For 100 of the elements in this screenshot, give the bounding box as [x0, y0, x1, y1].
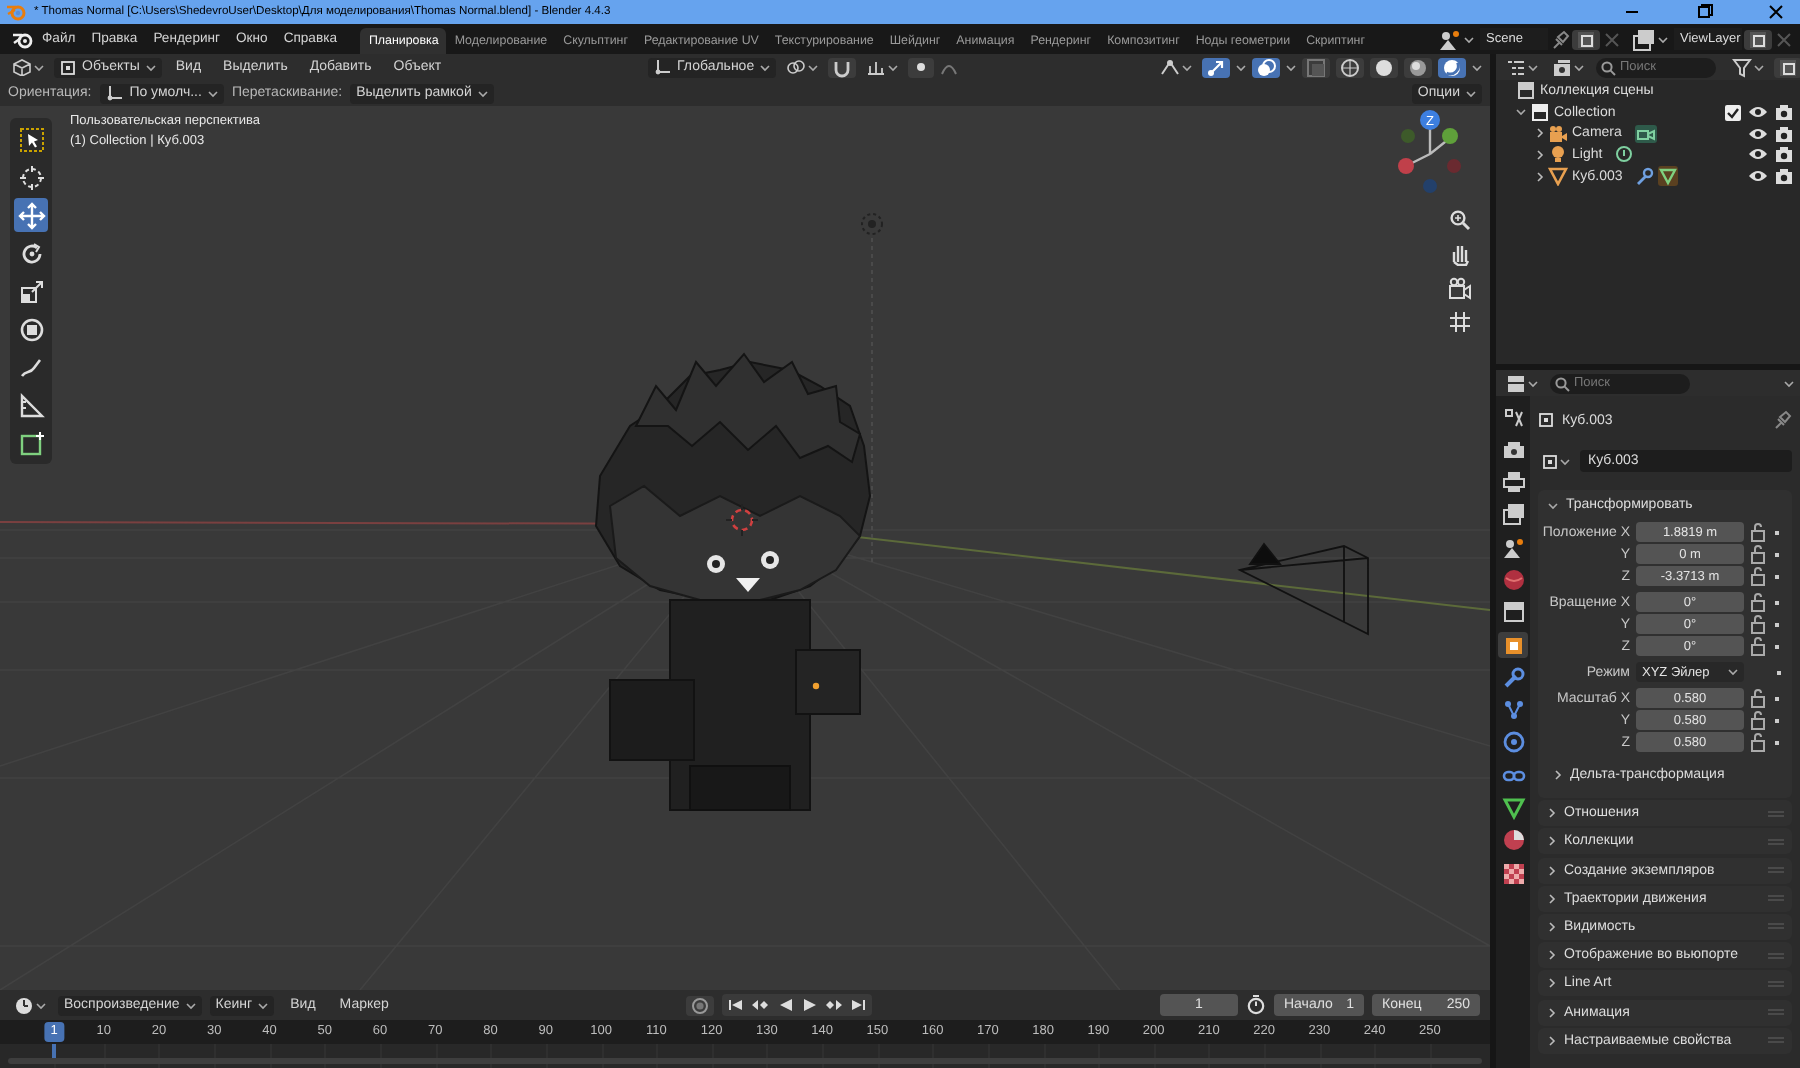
- move-tool[interactable]: [14, 198, 48, 232]
- camera-icon[interactable]: [1774, 102, 1794, 123]
- collection-icon: [1501, 600, 1525, 625]
- collection-tab[interactable]: [1498, 599, 1528, 626]
- object-types-button[interactable]: [1156, 57, 1196, 77]
- object-browse-button[interactable]: [1538, 451, 1574, 471]
- close-icon: [1766, 2, 1786, 22]
- lock-icon[interactable]: [1750, 522, 1766, 542]
- view-layer-tab[interactable]: [1498, 501, 1528, 528]
- material-tab[interactable]: [1498, 827, 1528, 854]
- caret-icon: [1658, 35, 1668, 43]
- pivot-button[interactable]: [782, 57, 823, 77]
- drag-handle-icon[interactable]: [1768, 837, 1784, 846]
- caret-icon[interactable]: [1286, 63, 1296, 71]
- snap-target-button[interactable]: [862, 57, 903, 77]
- lock-icon[interactable]: [1750, 592, 1766, 612]
- caret-icon[interactable]: [1472, 63, 1482, 71]
- render-tab[interactable]: [1498, 436, 1528, 463]
- mesh-icon: [1548, 166, 1568, 187]
- camera-object-drawing: [1239, 542, 1369, 636]
- camera-data-icon[interactable]: [1633, 123, 1658, 144]
- stopwatch-icon[interactable]: [1246, 994, 1266, 1016]
- duplicate-button[interactable]: [1572, 29, 1600, 49]
- drag-handle-icon[interactable]: [1768, 809, 1784, 818]
- lock-icon[interactable]: [1750, 566, 1766, 586]
- editor-type-button[interactable]: [1502, 57, 1542, 77]
- editor-type-button[interactable]: [10, 995, 50, 1015]
- remove-icon[interactable]: [1774, 29, 1794, 49]
- material-shading-button[interactable]: [1404, 57, 1432, 77]
- pin-icon[interactable]: [1550, 29, 1570, 49]
- proportional-edit-toggle[interactable]: [908, 57, 935, 77]
- eye-icon[interactable]: [1748, 102, 1768, 123]
- drag-handle-icon[interactable]: [1768, 951, 1784, 960]
- play-button[interactable]: [799, 994, 818, 1016]
- drag-handle-icon[interactable]: [1768, 979, 1784, 988]
- lock-icon[interactable]: [1750, 636, 1766, 656]
- gizmos-toggle[interactable]: [1202, 57, 1230, 77]
- mesh-data-icon[interactable]: [1658, 166, 1679, 187]
- new-collection-button[interactable]: [1774, 57, 1800, 77]
- timeline-track[interactable]: [0, 1044, 1490, 1068]
- physics-tab[interactable]: [1498, 729, 1528, 756]
- drag-handle-icon[interactable]: [1768, 922, 1784, 931]
- caret-icon: [258, 1001, 269, 1009]
- caret-icon: [1728, 668, 1738, 676]
- camera-icon[interactable]: [1774, 144, 1794, 165]
- display-mode-button[interactable]: [1548, 57, 1588, 77]
- light-data-icon[interactable]: [1614, 144, 1635, 165]
- cursor-tool[interactable]: [14, 160, 48, 194]
- caret-icon[interactable]: [1784, 379, 1794, 387]
- drag-handle-icon[interactable]: [1768, 894, 1784, 903]
- expand-caret-icon[interactable]: [1536, 128, 1544, 139]
- lock-icon[interactable]: [1750, 614, 1766, 634]
- lock-icon[interactable]: [1750, 710, 1766, 730]
- view-layer-icon: [1501, 502, 1525, 527]
- filter-button[interactable]: [1728, 57, 1768, 77]
- browse-button[interactable]: [1628, 29, 1672, 49]
- pivot-icon: [786, 58, 807, 76]
- caret-icon[interactable]: [1236, 63, 1246, 71]
- editor-type-button[interactable]: [1502, 373, 1542, 393]
- 3d-cursor-icon[interactable]: [725, 503, 759, 537]
- texture-tab[interactable]: [1498, 860, 1528, 887]
- rendered-shading-button[interactable]: [1438, 57, 1466, 77]
- drag-handle-icon[interactable]: [1768, 866, 1784, 875]
- texture-icon: [1501, 861, 1525, 886]
- scene-tab[interactable]: [1498, 534, 1528, 561]
- camera-icon[interactable]: [1774, 123, 1794, 144]
- expand-caret-icon[interactable]: [1536, 171, 1544, 182]
- light-icon: [1548, 144, 1568, 165]
- xray-toggle[interactable]: [1302, 57, 1330, 77]
- eye-icon[interactable]: [1748, 123, 1768, 144]
- expand-caret-icon[interactable]: [1536, 149, 1544, 160]
- eye-icon[interactable]: [1748, 144, 1768, 165]
- zoom-button[interactable]: [1446, 206, 1474, 234]
- navigation-gizmo-drawing[interactable]: [1398, 110, 1461, 193]
- pin-icon[interactable]: [1772, 410, 1792, 430]
- filter-icon: [1732, 57, 1752, 77]
- select-tool[interactable]: [14, 122, 48, 156]
- eye-icon[interactable]: [1748, 166, 1768, 187]
- browse-button[interactable]: [1434, 29, 1478, 49]
- snap-toggle[interactable]: [828, 57, 857, 77]
- solid-shading-button[interactable]: [1370, 57, 1398, 77]
- remove-icon[interactable]: [1602, 29, 1622, 49]
- overlays-toggle[interactable]: [1252, 57, 1280, 77]
- lock-icon[interactable]: [1750, 732, 1766, 752]
- logo-icon[interactable]: [12, 29, 34, 49]
- expand-caret-icon[interactable]: [1516, 108, 1526, 117]
- duplicate-button[interactable]: [1744, 29, 1772, 49]
- world-tab[interactable]: [1498, 566, 1528, 593]
- lock-icon[interactable]: [1750, 544, 1766, 564]
- wrench-icon[interactable]: [1634, 166, 1655, 187]
- wireframe-shading-button[interactable]: [1336, 57, 1364, 77]
- editor-type-button[interactable]: [8, 57, 48, 77]
- object-tab[interactable]: [1498, 632, 1528, 659]
- lock-icon[interactable]: [1750, 688, 1766, 708]
- checkbox[interactable]: [1724, 103, 1742, 122]
- data-tab[interactable]: [1498, 795, 1528, 822]
- record-button[interactable]: [685, 995, 714, 1015]
- camera-icon[interactable]: [1774, 166, 1794, 187]
- output-tab[interactable]: [1498, 469, 1528, 496]
- drag-handle-icon[interactable]: [1768, 1036, 1784, 1045]
